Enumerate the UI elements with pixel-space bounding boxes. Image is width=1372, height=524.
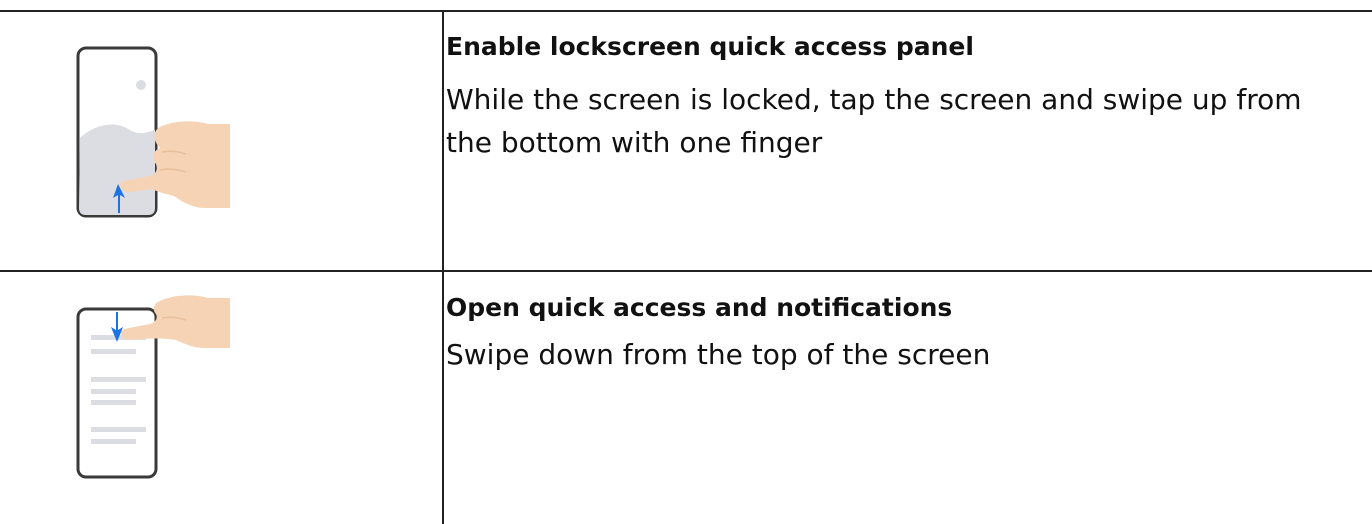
illustration-cell (0, 272, 442, 524)
text-cell: Open quick access and notifications Swip… (446, 272, 1366, 524)
list-line (91, 377, 146, 382)
table-row: Open quick access and notifications Swip… (0, 272, 1372, 524)
sun-icon (136, 80, 146, 90)
list-line (91, 389, 136, 394)
swipe-up-illustration (76, 46, 230, 218)
list-line (91, 427, 146, 432)
text-cell: Enable lockscreen quick access panel Whi… (446, 12, 1366, 270)
step-title: Enable lockscreen quick access panel (446, 32, 974, 61)
list-line (91, 349, 136, 354)
illustration-cell (0, 12, 442, 270)
gesture-table: Enable lockscreen quick access panel Whi… (0, 0, 1372, 524)
table-row: Enable lockscreen quick access panel Whi… (0, 12, 1372, 270)
landscape-icon (79, 124, 155, 215)
list-line (91, 439, 136, 444)
list-line (91, 400, 136, 405)
step-description: While the screen is locked, tap the scre… (446, 83, 1302, 159)
swipe-down-illustration (76, 295, 230, 479)
step-description: Swipe down from the top of the screen (446, 338, 991, 371)
step-title: Open quick access and notifications (446, 293, 953, 322)
